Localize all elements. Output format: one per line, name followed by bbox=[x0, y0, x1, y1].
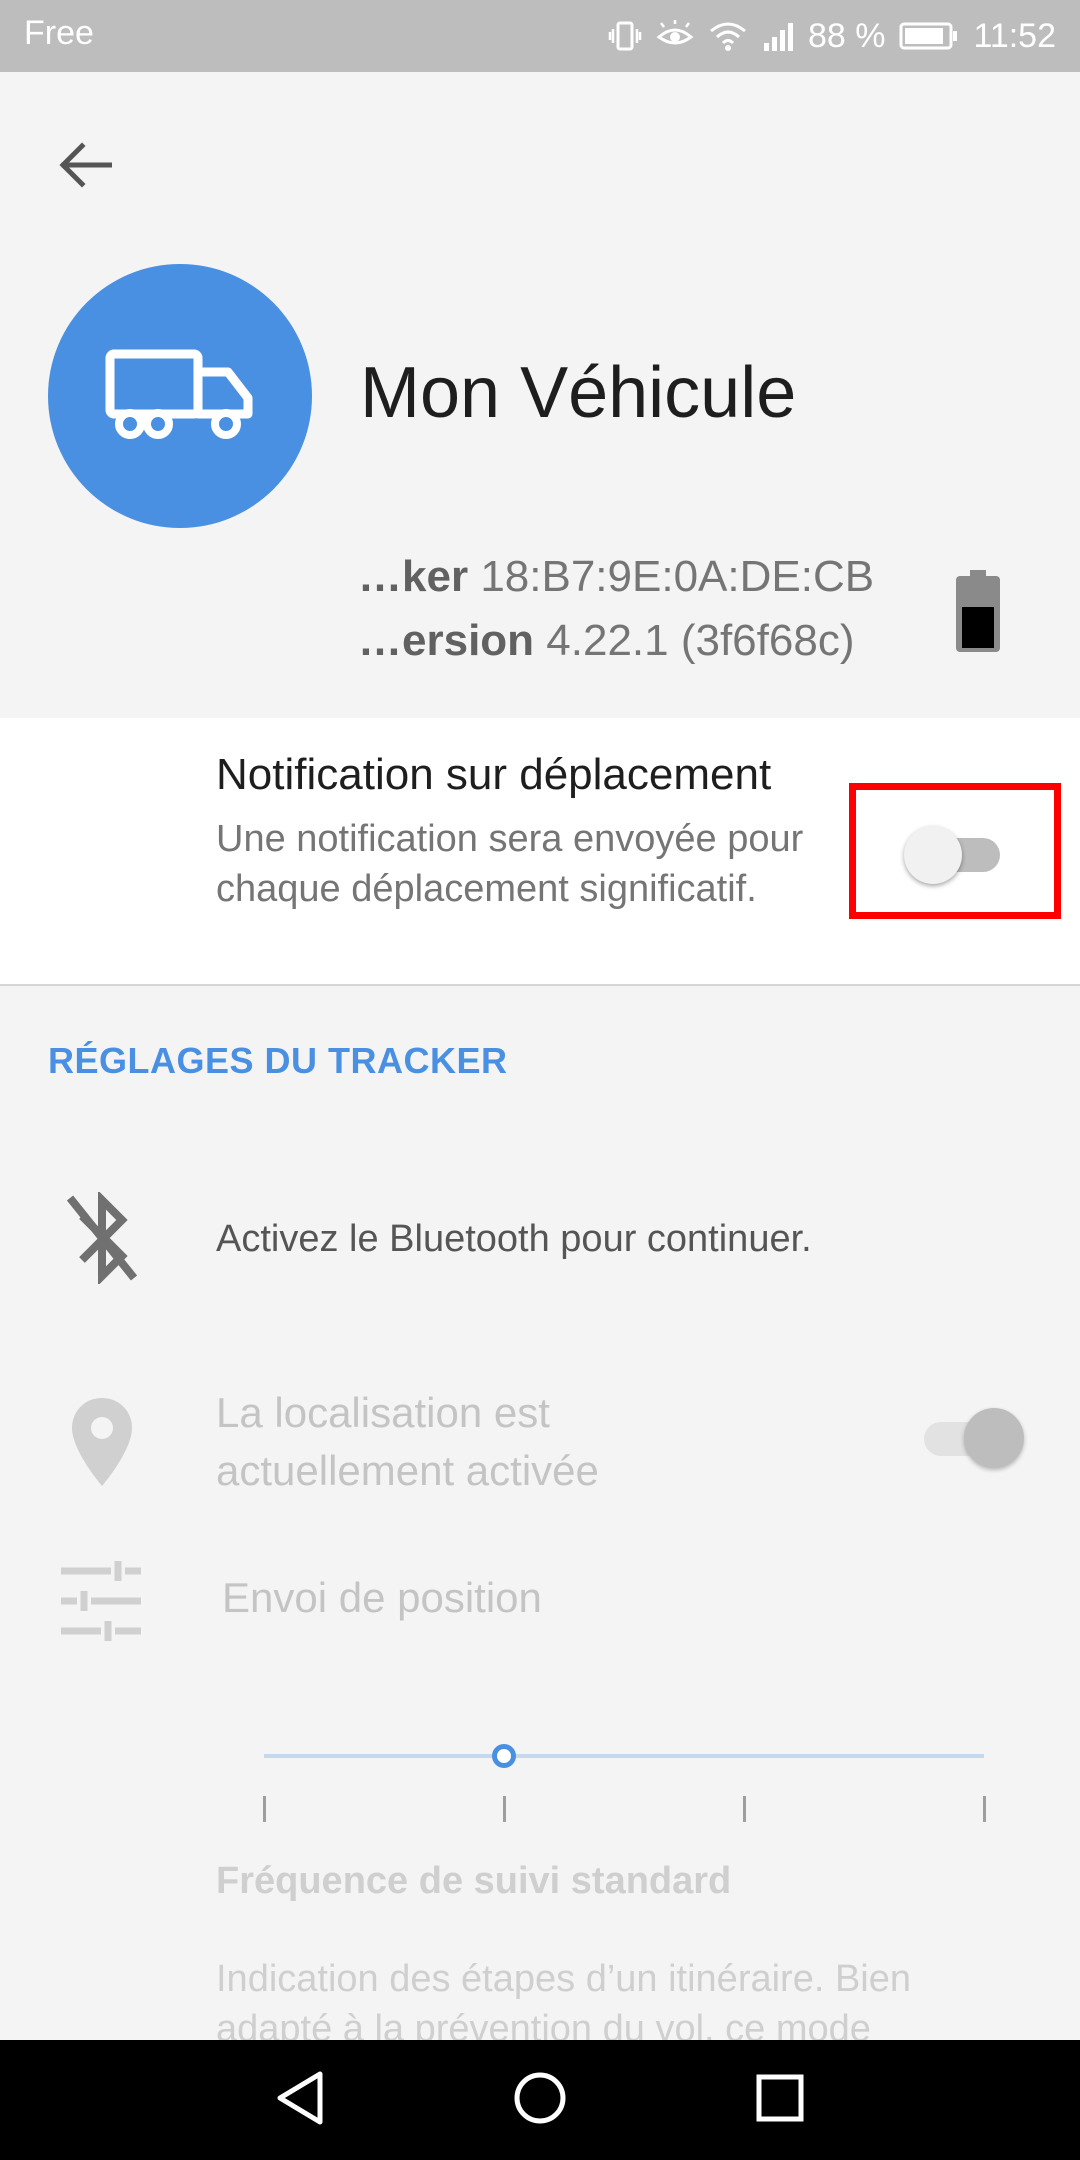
notification-setting-row[interactable]: Notification sur déplacement Une notific… bbox=[0, 718, 1080, 986]
location-line-2: actuellement activée bbox=[216, 1447, 599, 1494]
eye-icon bbox=[656, 19, 694, 53]
slider-tick bbox=[983, 1796, 986, 1822]
slider-tick bbox=[263, 1796, 266, 1822]
version-label: …ersion bbox=[358, 616, 535, 665]
bluetooth-message: Activez le Bluetooth pour continuer. bbox=[216, 1218, 812, 1260]
nav-recents-button[interactable] bbox=[730, 2060, 830, 2140]
slider-tick bbox=[503, 1796, 506, 1822]
frequency-description: Indication des étapes d’un itinéraire. B… bbox=[216, 1958, 912, 2040]
battery-percent: 88 % bbox=[807, 16, 886, 55]
location-toggle[interactable] bbox=[924, 1406, 1024, 1470]
carrier-name: Free bbox=[24, 14, 94, 52]
notification-toggle[interactable] bbox=[904, 826, 1000, 884]
tracker-label: …ker bbox=[358, 552, 469, 601]
arrow-back-icon bbox=[58, 141, 113, 193]
toggle-thumb bbox=[904, 826, 962, 884]
device-avatar bbox=[48, 264, 312, 528]
status-time: 11:52 bbox=[973, 16, 1056, 55]
firmware-version: …ersion 4.22.1 (3f6f68c) bbox=[358, 616, 854, 666]
section-title: RÉGLAGES DU TRACKER bbox=[48, 1040, 508, 1081]
frequency-title: Fréquence de suivi standard bbox=[216, 1860, 732, 1902]
position-sending-label: Envoi de position bbox=[222, 1574, 542, 1621]
frequency-slider[interactable] bbox=[263, 1740, 986, 1822]
nav-back-button[interactable] bbox=[250, 2060, 350, 2140]
slider-knob[interactable] bbox=[492, 1744, 516, 1768]
slider-tick bbox=[743, 1796, 746, 1822]
navigation-bar bbox=[0, 2040, 1080, 2160]
nav-home-icon bbox=[512, 2070, 568, 2131]
nav-back-icon bbox=[274, 2070, 326, 2131]
tune-icon bbox=[58, 1558, 144, 1644]
notification-description: Une notification sera envoyée pour chaqu… bbox=[216, 818, 804, 910]
status-bar: Free 88 % 11:52 bbox=[0, 0, 1080, 72]
slider-track bbox=[264, 1754, 984, 1758]
location-pin-icon bbox=[62, 1392, 142, 1492]
version-value: 4.22.1 (3f6f68c) bbox=[546, 616, 855, 665]
signal-icon bbox=[762, 19, 794, 53]
tracker-value: 18:B7:9E:0A:DE:CB bbox=[480, 552, 875, 601]
tracker-settings: RÉGLAGES DU TRACKER Activez le Bluetooth… bbox=[0, 988, 1080, 2040]
notification-title: Notification sur déplacement bbox=[216, 750, 772, 799]
bluetooth-disabled-icon bbox=[58, 1190, 146, 1286]
device-name: Mon Véhicule bbox=[360, 353, 797, 433]
nav-home-button[interactable] bbox=[490, 2060, 590, 2140]
back-button[interactable] bbox=[40, 122, 130, 212]
vibrate-icon bbox=[608, 19, 642, 53]
status-icons: 88 % 11:52 bbox=[608, 12, 1056, 60]
tracker-battery-icon bbox=[954, 570, 1002, 654]
location-line-1: La localisation est bbox=[216, 1389, 550, 1436]
device-header: Mon Véhicule …ker 18:B7:9E:0A:DE:CB …ers… bbox=[0, 72, 1080, 718]
location-toggle-thumb bbox=[964, 1408, 1024, 1468]
nav-recents-icon bbox=[754, 2072, 806, 2129]
tracker-id: …ker 18:B7:9E:0A:DE:CB bbox=[358, 552, 874, 602]
truck-icon bbox=[104, 348, 256, 445]
location-status: La localisation est actuellement activée bbox=[216, 1384, 599, 1500]
battery-icon bbox=[899, 21, 959, 51]
wifi-icon bbox=[708, 19, 748, 53]
